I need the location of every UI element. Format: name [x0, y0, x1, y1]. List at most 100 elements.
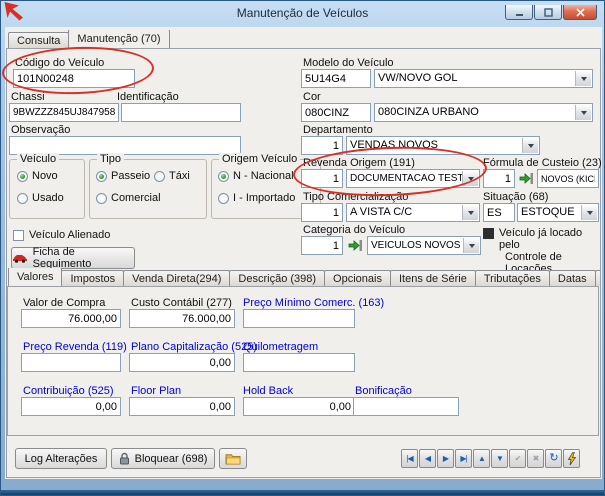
tab-descricao[interactable]: Descrição (398) [229, 270, 326, 286]
folder-button[interactable] [219, 448, 247, 469]
nav-aux-button[interactable] [563, 449, 580, 468]
chassi-field[interactable] [9, 103, 119, 122]
valor-compra-field[interactable] [21, 309, 121, 328]
tipo-comercializacao-dropdown-button[interactable] [462, 205, 478, 220]
departamento-dropdown-button[interactable] [522, 138, 538, 153]
categoria-code-field[interactable] [301, 236, 343, 255]
situacao-code-field[interactable] [483, 203, 515, 222]
revenda-origem-dropdown-button[interactable] [462, 171, 478, 186]
tipo-comercializacao-combo[interactable]: A VISTA C/C [346, 203, 480, 222]
bonificacao-field[interactable] [353, 397, 459, 416]
formula-custeio-code-field[interactable] [483, 169, 515, 188]
nav-up-button[interactable]: ▲ [473, 449, 490, 468]
tab-valores[interactable]: Valores [8, 268, 63, 286]
formula-custeio-lookup-button[interactable] [517, 169, 535, 188]
nav-next-button[interactable]: ▶ [437, 449, 454, 468]
chevron-down-icon [580, 76, 587, 81]
radio-passeio[interactable]: Passeio [96, 170, 150, 182]
log-alteracoes-button[interactable]: Log Alterações [15, 448, 107, 469]
group-veiculo-title: Veículo [17, 153, 60, 165]
tipo-comercializacao-code-field[interactable] [301, 203, 343, 222]
veiculo-locado-label-line1: Veículo já locado pelo [499, 227, 583, 251]
radio-taxi[interactable]: Táxi [154, 170, 190, 182]
revenda-origem-label: Revenda Origem (191) [303, 157, 415, 169]
tab-venda-direta[interactable]: Venda Direta(294) [123, 270, 231, 286]
top-tabstrip: Consulta Manutenção (70) [8, 30, 308, 48]
plano-capitalizacao-field[interactable] [129, 353, 235, 372]
situacao-label: Situação (68) [483, 191, 549, 203]
hold-back-field[interactable] [243, 397, 355, 416]
tab-itens-de-serie[interactable]: Itens de Série [389, 270, 476, 286]
floor-plan-field[interactable] [129, 397, 235, 416]
chevron-down-icon [527, 143, 534, 148]
lightning-icon [567, 452, 576, 465]
checkbox-icon [13, 230, 24, 241]
tab-datas[interactable]: Datas [548, 270, 596, 286]
cor-combo[interactable]: 080CINZA URBANO [374, 103, 593, 122]
radio-icon [17, 170, 28, 182]
folder-icon [225, 453, 241, 464]
tab-consulta[interactable]: Consulta [8, 32, 70, 48]
radio-novo[interactable]: Novo [17, 170, 58, 182]
tab-manutencao[interactable]: Manutenção (70) [68, 30, 170, 48]
car-icon [13, 255, 27, 263]
codigo-label: Código do Veículo [15, 57, 105, 69]
revenda-origem-combo[interactable]: DOCUMENTACAO TESTE [346, 169, 480, 188]
tab-tributacoes[interactable]: Tributações [474, 270, 550, 286]
departamento-code-field[interactable] [301, 136, 343, 155]
cor-code-field[interactable] [301, 103, 371, 122]
maximize-button[interactable] [534, 5, 562, 20]
radio-nacional[interactable]: N - Nacional [218, 170, 294, 182]
identificacao-field[interactable] [121, 103, 241, 122]
situacao-combo-value: ESTOQUE [521, 206, 575, 218]
situacao-combo[interactable]: ESTOQUE [517, 203, 599, 222]
nav-refresh-button[interactable]: ↻ [545, 449, 562, 468]
close-button[interactable] [563, 5, 597, 20]
nav-last-button[interactable]: ▶| [455, 449, 472, 468]
preco-minimo-field[interactable] [243, 309, 355, 328]
nav-down-button[interactable]: ▼ [491, 449, 508, 468]
radio-usado[interactable]: Usado [17, 192, 64, 204]
green-arrow-icon [519, 173, 533, 184]
nav-cancel-button[interactable]: ✖ [527, 449, 544, 468]
modelo-code-field[interactable] [301, 69, 371, 88]
cor-combo-value: 080CINZA URBANO [378, 106, 479, 118]
green-arrow-icon [348, 240, 362, 251]
codigo-field[interactable] [13, 69, 135, 88]
departamento-combo[interactable]: VENDAS NOVOS [346, 136, 540, 155]
radio-importado[interactable]: I - Importado [218, 192, 295, 204]
tab-vendedor[interactable]: Vendedor [594, 270, 600, 286]
nav-confirm-button[interactable]: ✔ [509, 449, 526, 468]
client-area: Consulta Manutenção (70) Código do Veícu… [5, 27, 602, 479]
cor-dropdown-button[interactable] [575, 105, 591, 120]
maximize-icon [543, 7, 553, 17]
group-veiculo: Veículo Novo Usado [9, 153, 85, 219]
tab-opcionais[interactable]: Opcionais [324, 270, 391, 286]
modelo-combo[interactable]: VW/NOVO GOL [374, 69, 593, 88]
minimize-icon [515, 13, 523, 16]
minimize-button[interactable] [505, 5, 533, 20]
nav-first-button[interactable]: |◀ [401, 449, 418, 468]
bloquear-button[interactable]: Bloquear (698) [111, 448, 215, 469]
custo-contabil-field[interactable] [129, 309, 235, 328]
categoria-lookup-button[interactable] [346, 236, 364, 255]
radio-importado-label: I - Importado [233, 192, 296, 204]
categoria-combo[interactable]: VEICULOS NOVOS VW [367, 236, 481, 255]
revenda-origem-code-field[interactable] [301, 169, 343, 188]
quilometragem-field[interactable] [243, 353, 355, 372]
check-icon: ✔ [514, 453, 522, 463]
radio-comercial[interactable]: Comercial [96, 192, 161, 204]
categoria-dropdown-button[interactable] [463, 238, 479, 253]
prior-record-icon: ◀ [424, 453, 431, 463]
radio-icon [218, 170, 229, 182]
modelo-dropdown-button[interactable] [575, 71, 591, 86]
tab-impostos[interactable]: Impostos [61, 270, 125, 286]
contribuicao-field[interactable] [21, 397, 121, 416]
preco-revenda-field[interactable] [21, 353, 121, 372]
checkbox-veiculo-alienado[interactable]: Veículo Alienado [13, 229, 110, 241]
situacao-dropdown-button[interactable] [581, 205, 597, 220]
formula-custeio-desc-field[interactable] [537, 169, 599, 188]
nav-prior-button[interactable]: ◀ [419, 449, 436, 468]
plano-capitalizacao-label: Plano Capitalização (525) [131, 341, 257, 353]
ficha-seguimento-button[interactable]: Ficha de Seguimento [11, 246, 135, 270]
